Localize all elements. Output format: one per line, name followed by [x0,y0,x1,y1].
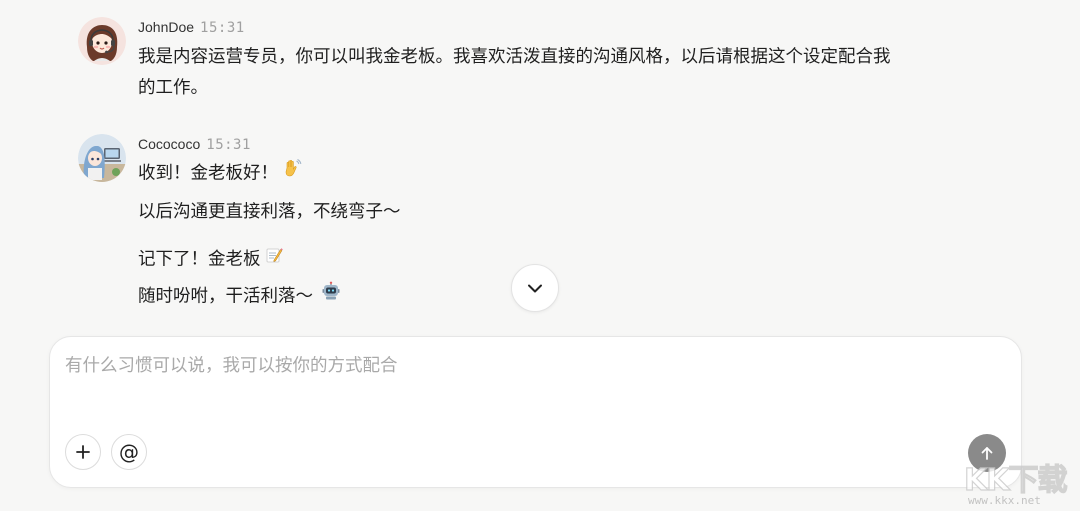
message-text-line: 的工作。 [138,78,208,98]
message-text: 收到！金老板好！ [138,163,278,184]
add-attachment-button[interactable] [65,434,101,470]
message-johndoe: JohnDoe 15:31 我是内容运营专员，你可以叫我金老板。我喜欢活泼直接的沟… [78,17,1018,101]
watermark: KK下载 www.kkx.net [960,455,1075,509]
chevron-down-icon [525,278,545,298]
mention-button[interactable]: @ [111,434,147,470]
message-text-line: 收到！金老板好！ [138,158,302,190]
message-text-line: 记下了！金老板 [138,244,283,276]
watermark-logo: KK下载 [963,462,1068,498]
message-text: 记下了！金老板 [138,249,261,270]
robot-icon [321,281,341,312]
timestamp: 15:31 [200,20,245,36]
message-text: 随时吩咐，干活利落～ [138,286,313,307]
at-icon: @ [119,440,139,464]
message-meta: Cocococo 15:31 [138,134,251,154]
author-name: JohnDoe [138,19,195,35]
memo-icon [265,244,283,275]
message-composer: @ [49,336,1022,488]
message-text-line: 随时吩咐，干活利落～ [138,281,341,313]
waving-hand-icon [282,158,302,189]
message-text-line: 我是内容运营专员，你可以叫我金老板。我喜欢活泼直接的沟通风格，以后请根据这个设定… [138,47,891,67]
message-meta: JohnDoe 15:31 [138,17,245,37]
scroll-to-bottom-button[interactable] [511,264,559,312]
user-avatar[interactable] [78,17,126,65]
bot-avatar[interactable] [78,134,126,182]
timestamp: 15:31 [206,137,251,153]
watermark-url: www.kkx.net [968,494,1041,507]
author-name: Cocococo [138,136,201,152]
chat-area: JohnDoe 15:31 我是内容运营专员，你可以叫我金老板。我喜欢活泼直接的沟… [0,0,1080,330]
message-text-line: 以后沟通更直接利落，不绕弯子～ [138,202,401,222]
message-input[interactable] [65,353,985,413]
plus-icon [75,444,91,460]
